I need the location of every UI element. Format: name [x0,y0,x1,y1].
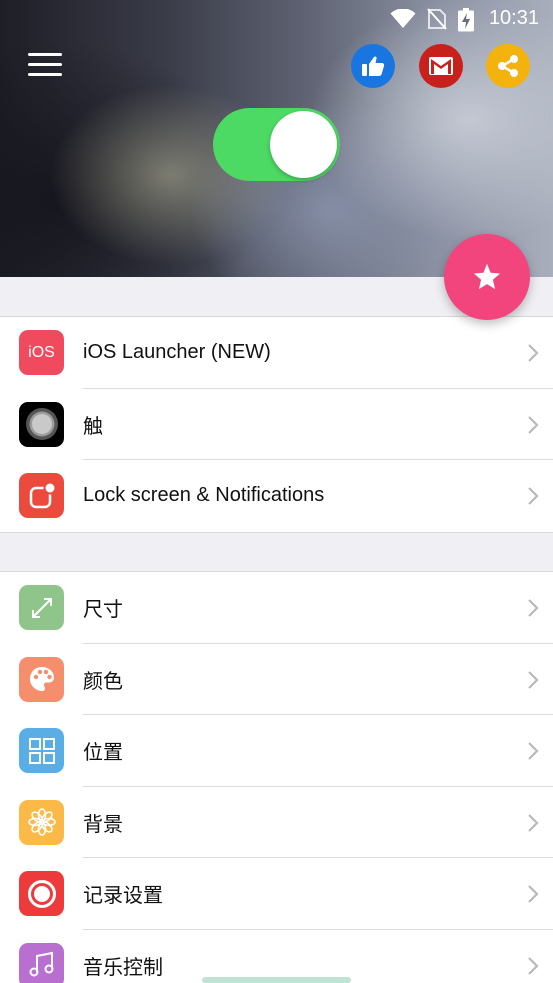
no-sim-icon [427,8,447,30]
list-item-label: 记录设置 [83,885,163,908]
list-item-record-settings[interactable]: 记录设置 [0,858,553,930]
list-item-position[interactable]: 位置 [0,715,553,787]
chevron-right-icon [528,599,539,617]
list-item-label: 位置 [83,742,123,765]
favorite-fab-button[interactable] [444,234,530,320]
chevron-right-icon [528,885,539,903]
settings-group-appearance: 尺寸 颜色 位置 背景 记录设置 音乐控制 [0,571,553,983]
gmail-icon [429,57,453,75]
list-item-lock-screen[interactable]: Lock screen & Notifications [0,460,553,532]
list-item-color[interactable]: 颜色 [0,644,553,715]
status-time: 10:31 [488,7,539,29]
list-item-label: Lock screen & Notifications [83,484,325,507]
chevron-right-icon [528,742,539,760]
share-button[interactable] [486,44,530,88]
battery-charging-icon [458,8,474,32]
settings-group-main: iOS iOS Launcher (NEW) 触 Lock screen & N… [0,316,553,533]
share-icon [498,55,518,77]
notification-icon [19,473,64,518]
resize-icon [19,585,64,630]
list-item-label: 颜色 [83,670,123,693]
status-bar: 10:31 [0,0,553,40]
chevron-right-icon [528,415,539,434]
chevron-right-icon [528,813,539,832]
list-item-music-control[interactable]: 音乐控制 [0,930,553,983]
like-button[interactable] [351,44,395,88]
list-item-label: 触 [83,415,103,438]
list-item-label: 背景 [83,813,123,836]
chevron-right-icon [528,344,539,362]
mail-button[interactable] [419,44,463,88]
home-indicator[interactable] [202,977,351,983]
chevron-right-icon [528,487,539,505]
chevron-right-icon [528,670,539,689]
toggle-knob [270,111,337,178]
list-item-label: 尺寸 [83,599,123,622]
list-item-ios-launcher[interactable]: iOS iOS Launcher (NEW) [0,317,553,389]
chevron-right-icon [528,956,539,975]
list-item-size[interactable]: 尺寸 [0,572,553,644]
flower-background-icon [19,799,64,845]
assistive-touch-icon [19,401,64,447]
thumbs-up-icon [362,56,385,76]
wifi-icon [390,9,416,28]
palette-icon [19,656,64,702]
main-toggle-switch[interactable] [213,108,340,181]
ios-icon: iOS [19,330,64,375]
list-item-touch[interactable]: 触 [0,389,553,460]
grid-position-icon [19,728,64,773]
music-icon [19,942,64,983]
hamburger-menu-icon[interactable] [28,53,62,77]
list-item-background[interactable]: 背景 [0,787,553,858]
star-icon [473,263,501,290]
list-item-label: 音乐控制 [83,956,163,979]
record-icon [19,871,64,916]
list-item-label: iOS Launcher (NEW) [83,341,271,364]
